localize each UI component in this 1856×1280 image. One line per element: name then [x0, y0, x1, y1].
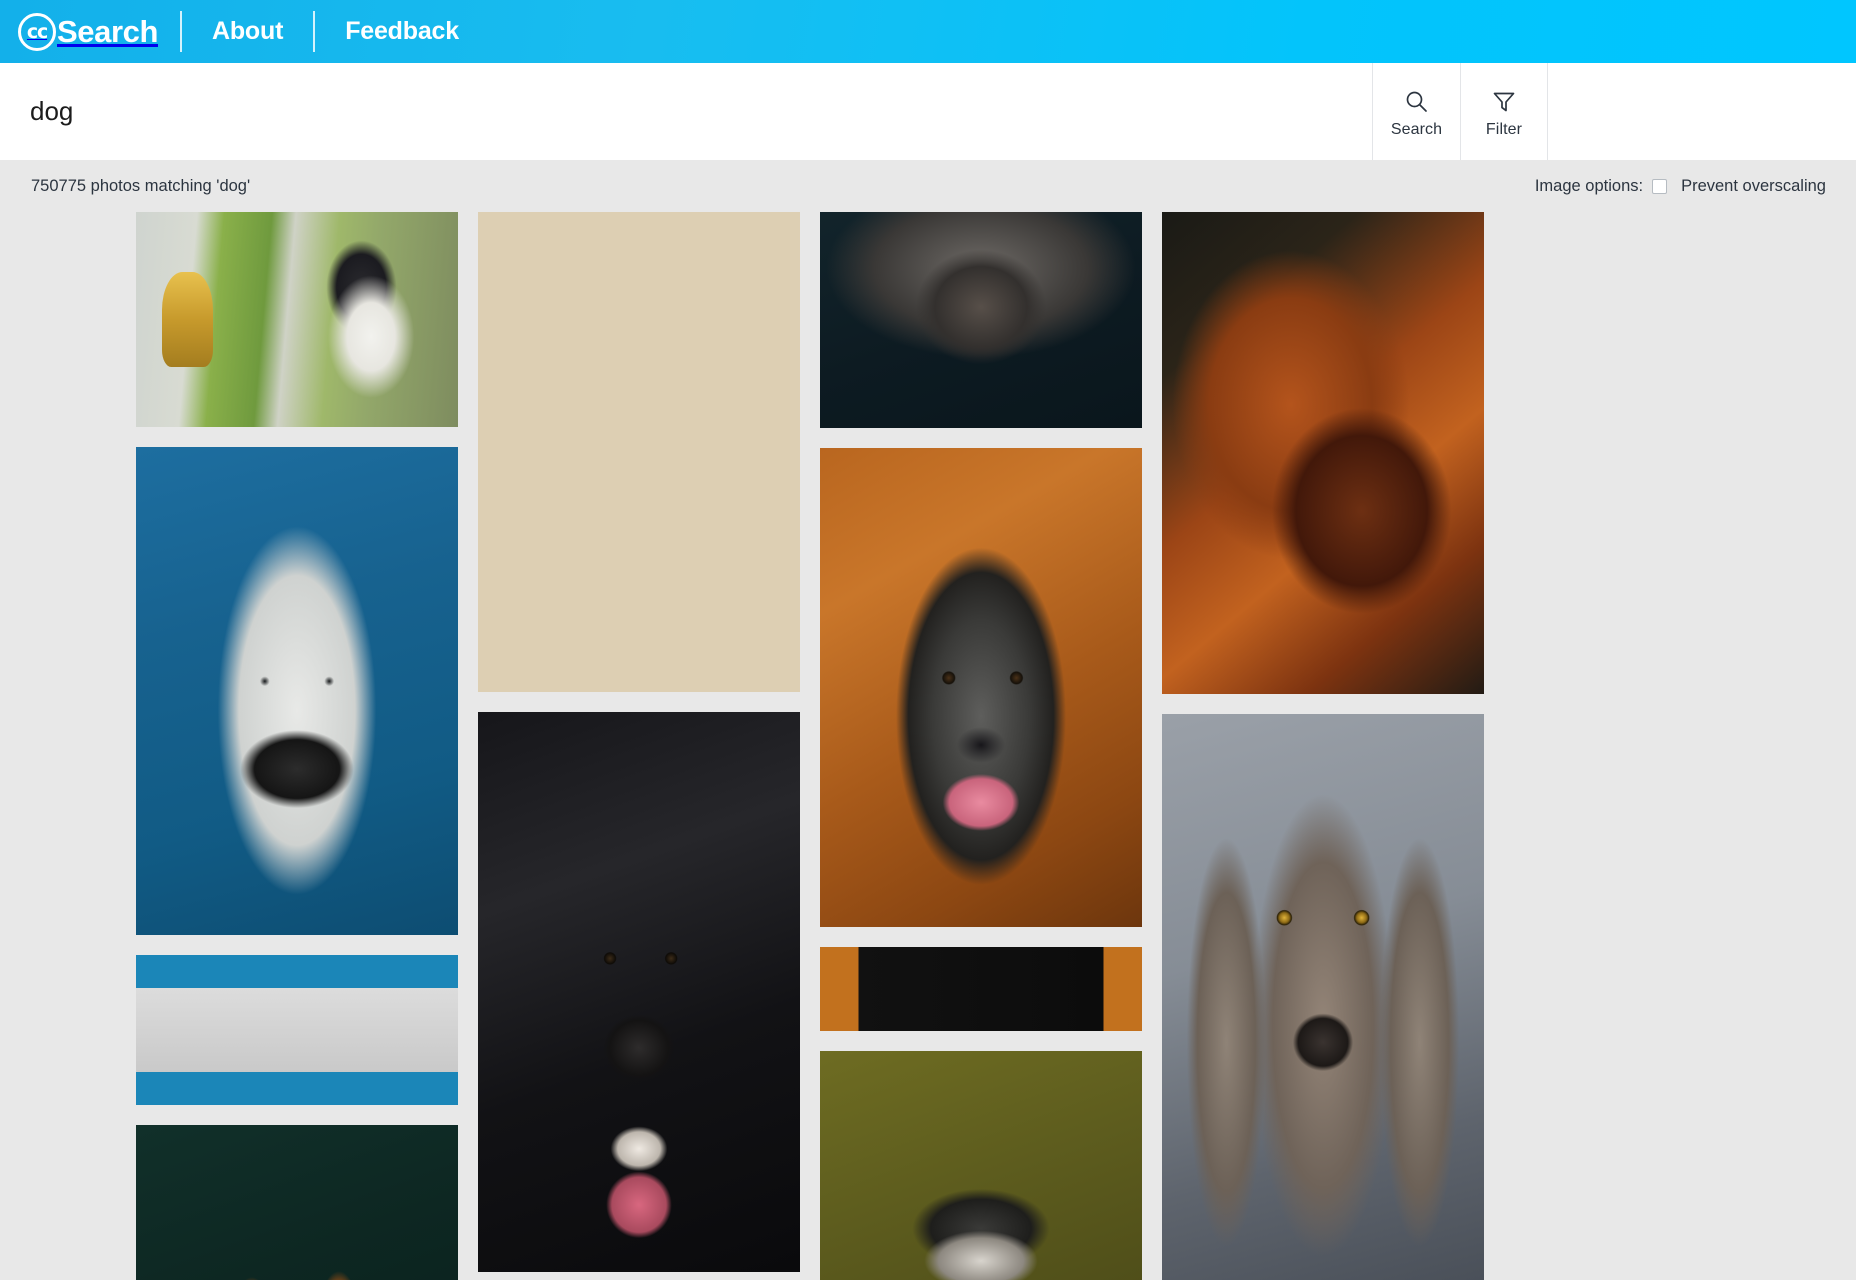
prevent-overscaling-checkbox[interactable] [1652, 178, 1668, 194]
grid-column-3 [820, 212, 1142, 1280]
results-meta-bar: 750775 photos matching 'dog' Image optio… [0, 160, 1856, 212]
nav-link-about[interactable]: About [182, 0, 313, 63]
prevent-overscaling-label: Prevent overscaling [1681, 176, 1826, 195]
creative-commons-logo-icon: cc [18, 12, 56, 51]
filter-icon [1491, 89, 1517, 115]
photo-chinese-crested[interactable] [820, 212, 1142, 428]
photo-weimaraner[interactable] [1162, 714, 1484, 1280]
image-options-group: Image options: Prevent overscaling [1535, 177, 1826, 196]
top-navigation-bar: cc Search About Feedback [0, 0, 1856, 63]
photo-bloodhound[interactable] [1162, 212, 1484, 694]
brand-home-link[interactable]: cc Search [18, 0, 180, 63]
photo-blue-banner-thumb[interactable] [136, 955, 458, 1105]
photo-newfoundland-dog[interactable] [478, 712, 800, 1272]
photo-dog-at-window[interactable] [136, 212, 458, 427]
search-input[interactable] [30, 96, 1372, 127]
search-row-spacer [1548, 63, 1856, 160]
photo-orange-dog-ears[interactable] [136, 1125, 458, 1280]
photo-bedlington-terrier[interactable] [136, 447, 458, 935]
results-count-label: 750775 photos matching 'dog' [31, 176, 251, 195]
search-bar-row: Search Filter [0, 63, 1856, 160]
search-button[interactable]: Search [1372, 63, 1460, 160]
search-icon [1404, 89, 1430, 115]
search-button-label: Search [1390, 120, 1443, 138]
brand-name-label: Search [57, 13, 158, 49]
search-tool-group: Search Filter [1372, 63, 1548, 160]
grid-column-1 [136, 212, 458, 1280]
image-options-label: Image options: [1534, 176, 1644, 195]
filter-button-label: Filter [1485, 120, 1523, 138]
photo-orange-strip-thumb[interactable] [820, 947, 1142, 1031]
photo-schnauzer-dog[interactable] [820, 1051, 1142, 1280]
filter-button[interactable]: Filter [1460, 63, 1548, 160]
photo-afghan-hound[interactable] [478, 212, 800, 692]
search-input-wrapper [0, 63, 1372, 160]
photo-senior-labrador[interactable] [820, 448, 1142, 927]
grid-column-4 [1162, 212, 1484, 1280]
nav-link-feedback[interactable]: Feedback [315, 0, 489, 63]
grid-column-2 [478, 212, 800, 1280]
image-results-grid [0, 212, 1856, 1280]
